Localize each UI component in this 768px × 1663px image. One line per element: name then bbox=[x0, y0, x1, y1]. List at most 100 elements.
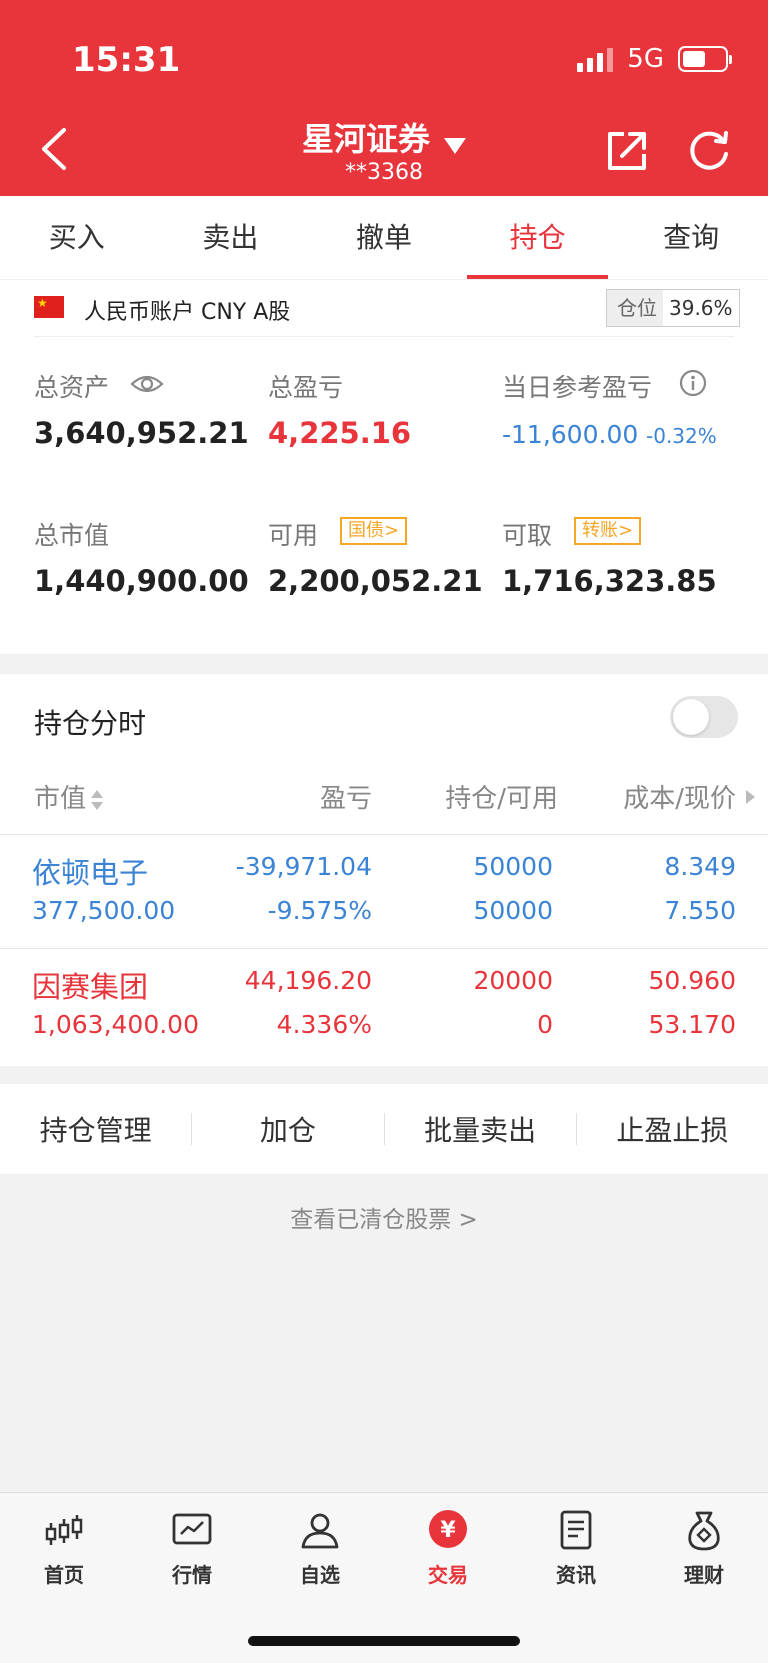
tab-cancel[interactable]: 撤单 bbox=[307, 196, 461, 279]
refresh-icon[interactable] bbox=[686, 128, 732, 174]
total-pnl-label: 总盈亏 bbox=[268, 373, 344, 402]
stock-cost: 8.349 bbox=[664, 852, 736, 881]
tab-sell[interactable]: 卖出 bbox=[154, 196, 308, 279]
yuan-icon: ¥ bbox=[429, 1510, 467, 1548]
nav-label: 资讯 bbox=[556, 1563, 596, 1587]
intraday-toggle[interactable] bbox=[670, 696, 738, 738]
daily-pnl-label: 当日参考盈亏 bbox=[502, 373, 653, 402]
network-type: 5G bbox=[627, 44, 664, 74]
header: 15:31 5G 星河证券 **3368 bbox=[0, 0, 768, 196]
column-pnl[interactable]: 盈亏 bbox=[200, 778, 372, 815]
candlestick-icon bbox=[45, 1515, 83, 1545]
nav-wealth[interactable]: 理财 bbox=[640, 1509, 768, 1588]
nav-label: 交易 bbox=[428, 1563, 468, 1587]
nav-label: 首页 bbox=[44, 1563, 84, 1587]
toggle-knob bbox=[673, 699, 709, 735]
market-value-label: 总市值 bbox=[34, 521, 110, 550]
stock-available: 50000 bbox=[473, 896, 553, 925]
chart-icon bbox=[172, 1513, 212, 1545]
column-cost-price[interactable]: 成本/现价 bbox=[560, 778, 736, 815]
take-profit-stop-loss-button[interactable]: 止盈止损 bbox=[577, 1109, 768, 1149]
scroll-right-icon[interactable] bbox=[746, 790, 755, 804]
nav-label: 理财 bbox=[684, 1563, 724, 1587]
column-market-value[interactable]: 市值 bbox=[34, 778, 104, 815]
stock-available: 0 bbox=[537, 1010, 553, 1039]
moneybag-icon bbox=[688, 1511, 720, 1551]
holdings-panel: 持仓分时 市值 盈亏 持仓/可用 成本/现价 依顿电子 377,500.00 -… bbox=[0, 674, 768, 1066]
divider bbox=[0, 834, 768, 835]
stock-market-value: 1,063,400.00 bbox=[32, 1010, 199, 1039]
trade-tabs: 买入 卖出 撤单 持仓 查询 bbox=[0, 196, 768, 280]
account-number: **3368 bbox=[345, 160, 423, 185]
total-assets-value: 3,640,952.21 bbox=[34, 416, 249, 450]
svg-text:¥: ¥ bbox=[440, 1518, 456, 1543]
stock-name: 依顿电子 bbox=[32, 856, 149, 890]
china-flag-icon: ★ bbox=[34, 296, 64, 318]
available-label: 可用 bbox=[268, 521, 319, 550]
nav-trade[interactable]: ¥ 交易 bbox=[384, 1509, 512, 1588]
column-quantity[interactable]: 持仓/可用 bbox=[380, 778, 558, 815]
transfer-button[interactable]: 转账> bbox=[574, 517, 642, 545]
nav-watchlist[interactable]: 自选 bbox=[256, 1509, 384, 1588]
broker-title: 星河证券 bbox=[301, 120, 430, 158]
battery-icon bbox=[678, 46, 732, 72]
available-value: 2,200,052.21 bbox=[268, 564, 483, 598]
holdings-intraday-label: 持仓分时 bbox=[34, 707, 147, 740]
sort-icon[interactable] bbox=[90, 787, 104, 813]
stock-pnl: -39,971.04 bbox=[235, 852, 372, 881]
document-icon bbox=[560, 1510, 592, 1550]
home-indicator[interactable] bbox=[248, 1636, 520, 1646]
tab-query[interactable]: 查询 bbox=[614, 196, 768, 279]
daily-pnl-value: -11,600.00 bbox=[502, 420, 639, 449]
withdrawable-label: 可取 bbox=[502, 521, 553, 550]
stock-pnl: 44,196.20 bbox=[244, 966, 372, 995]
position-label: 仓位 bbox=[607, 290, 663, 326]
position-value: 39.6% bbox=[663, 290, 739, 326]
nav-home[interactable]: 首页 bbox=[0, 1509, 128, 1588]
stock-holding: 50000 bbox=[473, 852, 553, 881]
table-row[interactable]: 因赛集团 1,063,400.00 44,196.20 4.336% 20000… bbox=[0, 950, 768, 1062]
stock-pnl-percent: -9.575% bbox=[267, 896, 372, 925]
daily-pnl-percent: -0.32% bbox=[646, 424, 717, 448]
holding-actions: 持仓管理 加仓 批量卖出 止盈止损 bbox=[0, 1084, 768, 1174]
market-value-value: 1,440,900.00 bbox=[34, 564, 249, 598]
nav-label: 行情 bbox=[172, 1563, 212, 1587]
stock-price: 7.550 bbox=[664, 896, 736, 925]
user-icon bbox=[301, 1513, 339, 1549]
dropdown-caret-icon[interactable] bbox=[444, 137, 466, 154]
position-ratio: 仓位 39.6% bbox=[606, 289, 740, 327]
info-icon[interactable] bbox=[679, 369, 707, 397]
account-row: ★ 人民币账户 CNY A股 仓位 39.6% bbox=[0, 280, 768, 336]
total-pnl-value: 4,225.16 bbox=[268, 416, 412, 450]
tab-buy[interactable]: 买入 bbox=[0, 196, 154, 279]
tab-positions[interactable]: 持仓 bbox=[461, 196, 615, 279]
manage-holdings-button[interactable]: 持仓管理 bbox=[0, 1109, 191, 1149]
account-label: 人民币账户 CNY A股 bbox=[84, 300, 291, 325]
nav-label: 自选 bbox=[300, 1563, 340, 1587]
share-icon[interactable] bbox=[604, 128, 650, 174]
broker-selector[interactable]: 星河证券 bbox=[0, 114, 768, 160]
batch-sell-button[interactable]: 批量卖出 bbox=[385, 1109, 576, 1149]
stock-price: 53.170 bbox=[648, 1010, 736, 1039]
total-assets-label: 总资产 bbox=[34, 373, 110, 402]
status-indicators: 5G bbox=[577, 44, 732, 74]
status-time: 15:31 bbox=[72, 40, 181, 80]
nav-market[interactable]: 行情 bbox=[128, 1509, 256, 1588]
add-position-button[interactable]: 加仓 bbox=[192, 1109, 383, 1149]
assets-summary: ★ 人民币账户 CNY A股 仓位 39.6% 总资产 3,640,952.21… bbox=[0, 280, 768, 654]
column-market-value-label: 市值 bbox=[34, 784, 87, 814]
nav-news[interactable]: 资讯 bbox=[512, 1509, 640, 1588]
bond-button[interactable]: 国债> bbox=[340, 517, 408, 545]
signal-icon bbox=[577, 46, 614, 72]
eye-icon[interactable] bbox=[130, 372, 164, 396]
stock-name: 因赛集团 bbox=[32, 970, 149, 1004]
divider bbox=[34, 336, 734, 337]
table-row[interactable]: 依顿电子 377,500.00 -39,971.04 -9.575% 50000… bbox=[0, 836, 768, 948]
stock-cost: 50.960 bbox=[648, 966, 736, 995]
stock-holding: 20000 bbox=[473, 966, 553, 995]
cleared-stocks-link[interactable]: 查看已清仓股票 > bbox=[0, 1200, 768, 1234]
stock-pnl-percent: 4.336% bbox=[276, 1010, 372, 1039]
stock-market-value: 377,500.00 bbox=[32, 896, 176, 925]
divider bbox=[0, 948, 768, 949]
withdrawable-value: 1,716,323.85 bbox=[502, 564, 717, 598]
